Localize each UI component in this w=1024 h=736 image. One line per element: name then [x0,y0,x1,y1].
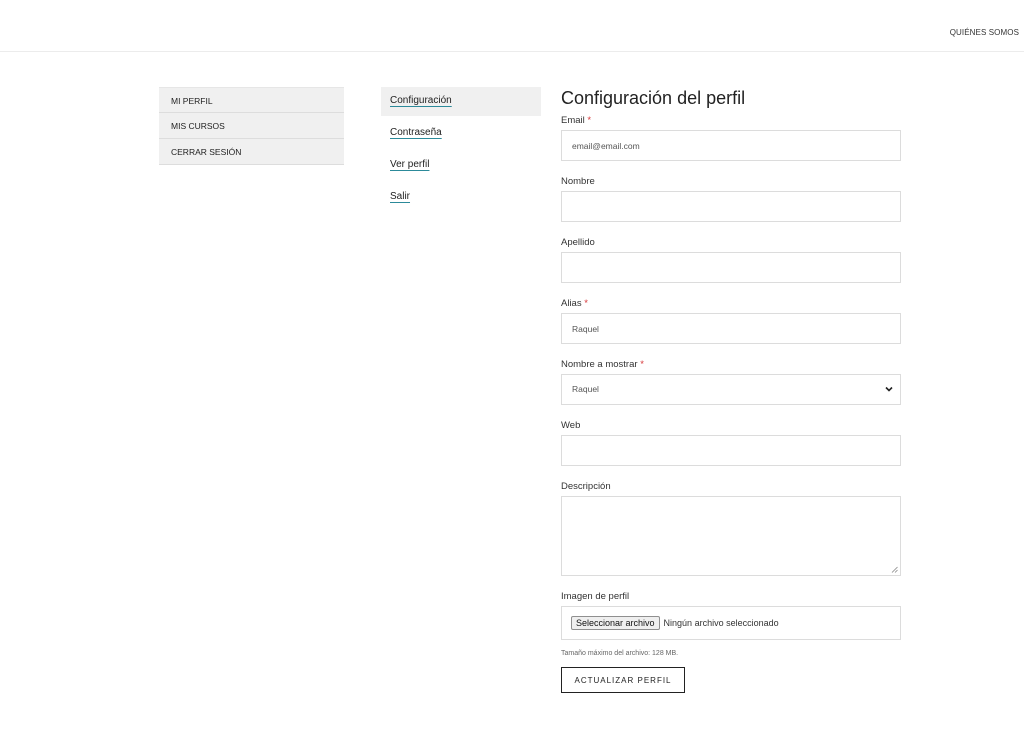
required-mark: * [640,359,644,370]
file-size-hint: Tamaño máximo del archivo: 128 MB. [561,650,679,657]
display-name-label: Nombre a mostrar * [561,358,901,374]
display-name-label-text: Nombre a mostrar [561,359,638,370]
profile-menu-item-label: Ver perfil [390,159,430,170]
description-textarea[interactable] [561,496,901,576]
resize-handle-icon[interactable] [891,566,898,573]
email-field[interactable] [561,130,901,161]
update-profile-button[interactable]: ACTUALIZAR PERFIL [561,667,685,693]
nickname-field[interactable] [561,313,901,344]
email-label-text: Email [561,115,585,126]
last-name-label: Apellido [561,237,595,248]
account-menu-item-mi-perfil[interactable]: MI PERFIL [159,87,344,113]
profile-menu-item-label: Salir [390,191,411,202]
avatar-file-input: Seleccionar archivo Ningún archivo selec… [561,606,901,640]
first-name-label: Nombre [561,176,595,187]
website-label: Web [561,420,581,431]
profile-menu-item-label: Contraseña [390,127,442,138]
nickname-label-text: Alias [561,298,582,309]
last-name-field[interactable] [561,252,901,283]
account-menu-item-mis-cursos[interactable]: MIS CURSOS [159,113,344,139]
profile-menu-item-salir[interactable]: Salir [381,183,541,212]
nav-link-quienes-somos[interactable]: QUIÉNES SOMOS [950,28,1019,37]
profile-menu-item-ver-perfil[interactable]: Ver perfil [381,151,541,180]
top-header: QUIÉNES SOMOS [0,0,1024,52]
profile-menu-item-label: Configuración [390,95,452,106]
profile-menu-item-configuracion[interactable]: Configuración [381,87,541,116]
choose-file-button[interactable]: Seleccionar archivo [571,616,660,630]
file-status-text: Ningún archivo seleccionado [663,618,779,628]
display-name-select[interactable]: Raquel [561,374,901,405]
profile-menu-item-contrasena[interactable]: Contraseña [381,119,541,148]
email-label: Email * [561,114,901,130]
chevron-down-icon [885,386,893,392]
first-name-field[interactable] [561,191,901,222]
account-menu-item-cerrar-sesion[interactable]: CERRAR SESIÓN [159,139,344,165]
website-field[interactable] [561,435,901,466]
avatar-label: Imagen de perfil [561,591,630,602]
profile-settings-form: Configuración del perfil Email * Nombre … [561,86,901,693]
account-menu: MI PERFIL MIS CURSOS CERRAR SESIÓN [159,87,344,165]
required-mark: * [584,298,588,309]
nickname-label: Alias * [561,297,901,313]
required-mark: * [587,115,592,126]
description-label: Descripción [561,481,611,492]
profile-menu: Configuración Contraseña Ver perfil Sali… [381,87,541,215]
page-title: Configuración del perfil [561,88,746,108]
display-name-selected-value: Raquel [572,384,599,394]
